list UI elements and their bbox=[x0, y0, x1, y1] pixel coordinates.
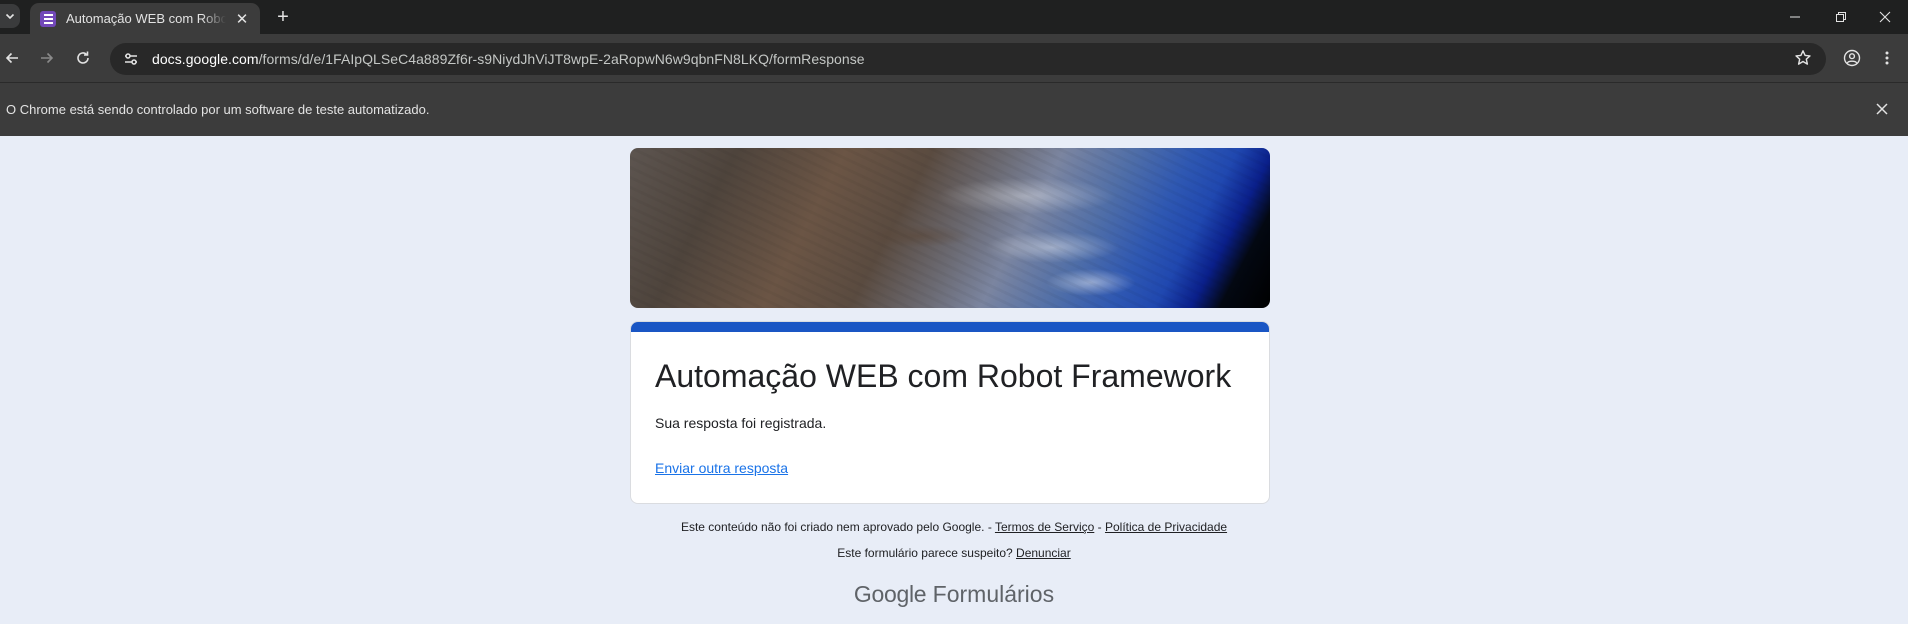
close-window-button[interactable] bbox=[1862, 4, 1908, 30]
footer-report: Este formulário parece suspeito? Denunci… bbox=[0, 546, 1908, 560]
reload-button[interactable] bbox=[71, 46, 95, 70]
browser-tab-active[interactable]: Automação WEB com Robot Framework ✕ bbox=[30, 3, 260, 34]
arrow-right-icon bbox=[41, 52, 54, 64]
chevron-down-icon bbox=[5, 13, 15, 20]
more-vertical-icon bbox=[1885, 51, 1889, 65]
confirmation-message: Sua resposta foi registrada. bbox=[655, 415, 827, 431]
arrow-left-icon bbox=[5, 52, 18, 64]
tab-close-icon[interactable]: ✕ bbox=[234, 10, 250, 28]
url-path: /forms/d/e/1FAIpQLSeC4a889Zf6r-s9NiydJhV… bbox=[258, 51, 865, 67]
brand-google: Google bbox=[853, 581, 927, 607]
brand-product: Formulários bbox=[932, 581, 1055, 607]
restore-icon bbox=[1836, 12, 1846, 22]
form-title: Automação WEB com Robot Framework bbox=[655, 358, 1232, 394]
submit-another-link[interactable]: Enviar outra resposta bbox=[655, 460, 788, 476]
form-response-card: Automação WEB com Robot Framework Sua re… bbox=[630, 321, 1270, 504]
form-header-image bbox=[630, 148, 1270, 308]
disclaimer-text: Este conteúdo não foi criado nem aprovad… bbox=[680, 520, 985, 534]
browser-toolbar: docs.google.com/forms/d/e/1FAIpQLSeC4a88… bbox=[0, 34, 1908, 82]
card-accent-bar bbox=[631, 322, 1269, 332]
profile-icon bbox=[1843, 49, 1861, 67]
tab-search-button[interactable] bbox=[0, 4, 20, 28]
url-text[interactable]: docs.google.com/forms/d/e/1FAIpQLSeC4a88… bbox=[152, 51, 865, 67]
terms-link[interactable]: Termos de Serviço bbox=[995, 520, 1094, 534]
close-icon bbox=[1879, 11, 1891, 23]
restore-button[interactable] bbox=[1818, 4, 1864, 30]
reload-icon bbox=[77, 51, 89, 64]
suspicious-text: Este formulário parece suspeito? bbox=[837, 546, 1013, 560]
footer-separator: - bbox=[984, 520, 995, 534]
bookmark-star-icon[interactable] bbox=[1794, 49, 1812, 72]
google-forms-icon bbox=[40, 10, 56, 27]
footer-disclaimer: Este conteúdo não foi criado nem aprovad… bbox=[0, 520, 1908, 534]
menu-button[interactable] bbox=[1875, 46, 1899, 70]
new-tab-button[interactable]: + bbox=[272, 6, 294, 29]
back-button[interactable] bbox=[0, 46, 24, 70]
url-domain: docs.google.com bbox=[152, 51, 259, 67]
tab-title: Automação WEB com Robot Framework bbox=[66, 11, 226, 26]
infobar-close-icon[interactable] bbox=[1872, 99, 1892, 119]
profile-button[interactable] bbox=[1840, 46, 1864, 70]
google-forms-logo[interactable]: Google Formulários bbox=[0, 581, 1908, 608]
minimize-icon bbox=[1790, 16, 1800, 18]
automation-infobar: O Chrome está sendo controlado por um so… bbox=[0, 82, 1908, 136]
minimize-button[interactable] bbox=[1772, 4, 1818, 30]
infobar-message: O Chrome está sendo controlado por um so… bbox=[6, 102, 430, 117]
site-settings-icon[interactable] bbox=[116, 43, 146, 75]
report-link[interactable]: Denunciar bbox=[1016, 546, 1071, 560]
privacy-link[interactable]: Política de Privacidade bbox=[1105, 520, 1227, 534]
footer-separator: - bbox=[1094, 520, 1105, 534]
tab-strip: Automação WEB com Robot Framework ✕ + bbox=[0, 0, 1908, 34]
address-bar[interactable]: docs.google.com/forms/d/e/1FAIpQLSeC4a88… bbox=[110, 43, 1826, 75]
forward-button[interactable] bbox=[35, 46, 59, 70]
